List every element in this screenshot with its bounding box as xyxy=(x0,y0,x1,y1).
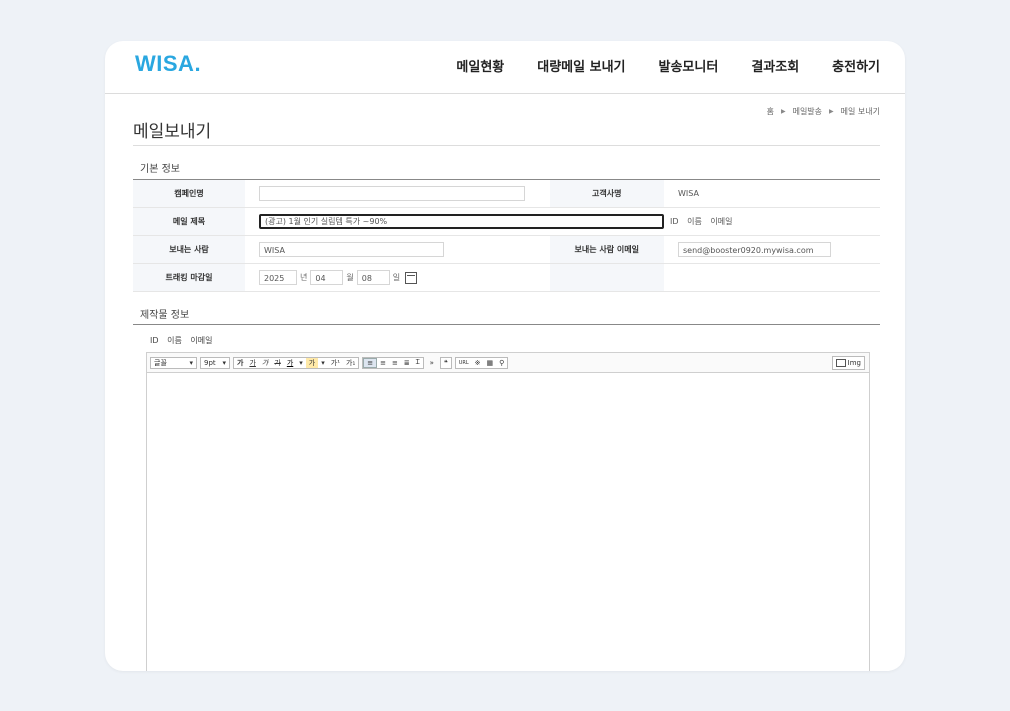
align-left-icon[interactable]: ≡ xyxy=(363,357,378,368)
superscript-button[interactable]: 가¹ xyxy=(328,358,343,368)
image-button[interactable]: Img xyxy=(831,355,865,370)
calendar-icon[interactable] xyxy=(405,271,418,284)
table-icon[interactable]: ▦ xyxy=(484,359,497,367)
align-right-icon[interactable]: ≡ xyxy=(389,359,401,367)
var-email[interactable]: 이메일 xyxy=(190,336,212,345)
content-vars: ID 이름 이메일 xyxy=(150,335,218,346)
format-group: 가 가 가 가 가 ▾ 가 ▾ 가¹ 가₁ xyxy=(233,356,360,369)
var-id[interactable]: ID xyxy=(150,336,159,345)
line-height-icon[interactable]: Ɪ xyxy=(413,358,423,367)
chevron-right-icon: ▶ xyxy=(780,108,786,115)
empty-header-cell xyxy=(549,263,664,292)
tracking-day-input[interactable]: 08 xyxy=(356,270,390,285)
align-center-icon[interactable]: ≡ xyxy=(377,359,389,367)
chevron-down-icon: ▾ xyxy=(189,358,193,367)
empty-value-cell xyxy=(664,263,880,292)
subject-vars: ID 이름 이메일 xyxy=(664,207,880,236)
breadcrumb-current: 메일 보내기 xyxy=(840,107,880,116)
tracking-label: 트래킹 마감일 xyxy=(133,263,245,292)
divider xyxy=(133,324,880,325)
page-title: 메일보내기 xyxy=(133,122,212,142)
font-select[interactable]: 글꼴 ▾ xyxy=(150,356,197,369)
main-card: WISA. 메일현황 대량메일 보내기 발송모니터 결과조회 충전하기 홈 ▶ … xyxy=(105,41,905,671)
font-select-label: 글꼴 xyxy=(154,358,167,367)
url-button[interactable]: URL xyxy=(456,360,472,366)
editor-toolbar: 글꼴 ▾ 9pt ▾ 가 가 가 가 가 ▾ 가 ▾ 가¹ 가₁ ≡ ≡ ≡ ≣ xyxy=(147,353,869,373)
italic-button[interactable]: 가 xyxy=(259,358,271,368)
month-unit: 월 xyxy=(346,273,354,282)
underline-button[interactable]: 가 xyxy=(246,358,258,368)
special-char-icon[interactable]: ※ xyxy=(472,359,484,367)
basic-info-table: 캠페인명 고객사명 WISA 메일 제목 (광고) 1월 인기 실림템 특가 ~… xyxy=(133,180,880,292)
strike-button[interactable]: 가 xyxy=(271,358,283,368)
image-button-label: Img xyxy=(847,358,861,367)
company-value: WISA xyxy=(664,180,880,208)
text-color-button[interactable]: 가 xyxy=(284,358,296,368)
subject-label: 메일 제목 xyxy=(133,207,245,236)
align-justify-icon[interactable]: ≣ xyxy=(401,359,413,367)
nav-mail-status[interactable]: 메일현황 xyxy=(456,56,504,75)
more-button[interactable]: » xyxy=(427,359,437,367)
wisa-logo[interactable]: WISA. xyxy=(135,51,201,77)
rich-text-editor[interactable]: 글꼴 ▾ 9pt ▾ 가 가 가 가 가 ▾ 가 ▾ 가¹ 가₁ ≡ ≡ ≡ ≣ xyxy=(146,352,870,671)
sender-label: 보내는 사람 xyxy=(133,235,245,264)
insert-group: URL ※ ▦ ⚲ xyxy=(454,356,509,369)
section-title-basic: 기본 정보 xyxy=(140,164,180,175)
quote-group: ❝ xyxy=(439,356,452,369)
sender-name-input[interactable]: WISA xyxy=(259,242,444,257)
tracking-year-input[interactable]: 2025 xyxy=(259,270,297,285)
chevron-down-icon[interactable]: ▾ xyxy=(296,359,306,367)
var-id[interactable]: ID xyxy=(670,217,679,226)
sender-email-label: 보내는 사람 이메일 xyxy=(549,235,664,264)
nav-results[interactable]: 결과조회 xyxy=(751,56,799,75)
campaign-name-input[interactable] xyxy=(259,186,525,201)
tracking-month-input[interactable]: 04 xyxy=(310,270,344,285)
main-nav: 메일현황 대량메일 보내기 발송모니터 결과조회 충전하기 xyxy=(423,56,880,75)
var-email[interactable]: 이메일 xyxy=(710,217,732,226)
chevron-down-icon[interactable]: ▾ xyxy=(318,359,328,367)
align-group: ≡ ≡ ≡ ≣ Ɪ xyxy=(362,356,424,369)
breadcrumb: 홈 ▶ 메일발송 ▶ 메일 보내기 xyxy=(767,106,880,117)
font-size-label: 9pt xyxy=(204,358,216,367)
search-icon[interactable]: ⚲ xyxy=(496,359,507,367)
image-icon xyxy=(835,358,846,367)
breadcrumb-mail-send[interactable]: 메일발송 xyxy=(793,106,822,117)
campaign-label: 캠페인명 xyxy=(133,180,245,208)
chevron-right-icon: ▶ xyxy=(829,108,834,115)
nav-bulk-mail[interactable]: 대량메일 보내기 xyxy=(537,56,625,75)
quote-icon[interactable]: ❝ xyxy=(441,359,451,367)
chevron-down-icon: ▾ xyxy=(222,358,226,367)
subscript-button[interactable]: 가₁ xyxy=(343,358,358,368)
section-title-content: 제작물 정보 xyxy=(140,310,190,321)
company-label: 고객사명 xyxy=(549,180,664,208)
day-unit: 일 xyxy=(392,273,401,282)
font-size-select[interactable]: 9pt ▾ xyxy=(200,356,230,369)
bold-button[interactable]: 가 xyxy=(234,358,246,368)
breadcrumb-home[interactable]: 홈 xyxy=(767,106,774,117)
header: WISA. 메일현황 대량메일 보내기 발송모니터 결과조회 충전하기 xyxy=(105,41,905,94)
var-name[interactable]: 이름 xyxy=(687,217,702,226)
year-unit: 년 xyxy=(300,273,308,282)
nav-send-monitor[interactable]: 발송모니터 xyxy=(659,56,719,75)
sender-email-input[interactable]: send@booster0920.mywisa.com xyxy=(678,242,831,257)
nav-charge[interactable]: 충전하기 xyxy=(832,56,880,75)
var-name[interactable]: 이름 xyxy=(167,336,182,345)
divider xyxy=(133,145,880,146)
subject-input[interactable]: (광고) 1월 인기 실림템 특가 ~90% xyxy=(259,214,664,229)
highlight-button[interactable]: 가 xyxy=(305,357,319,368)
